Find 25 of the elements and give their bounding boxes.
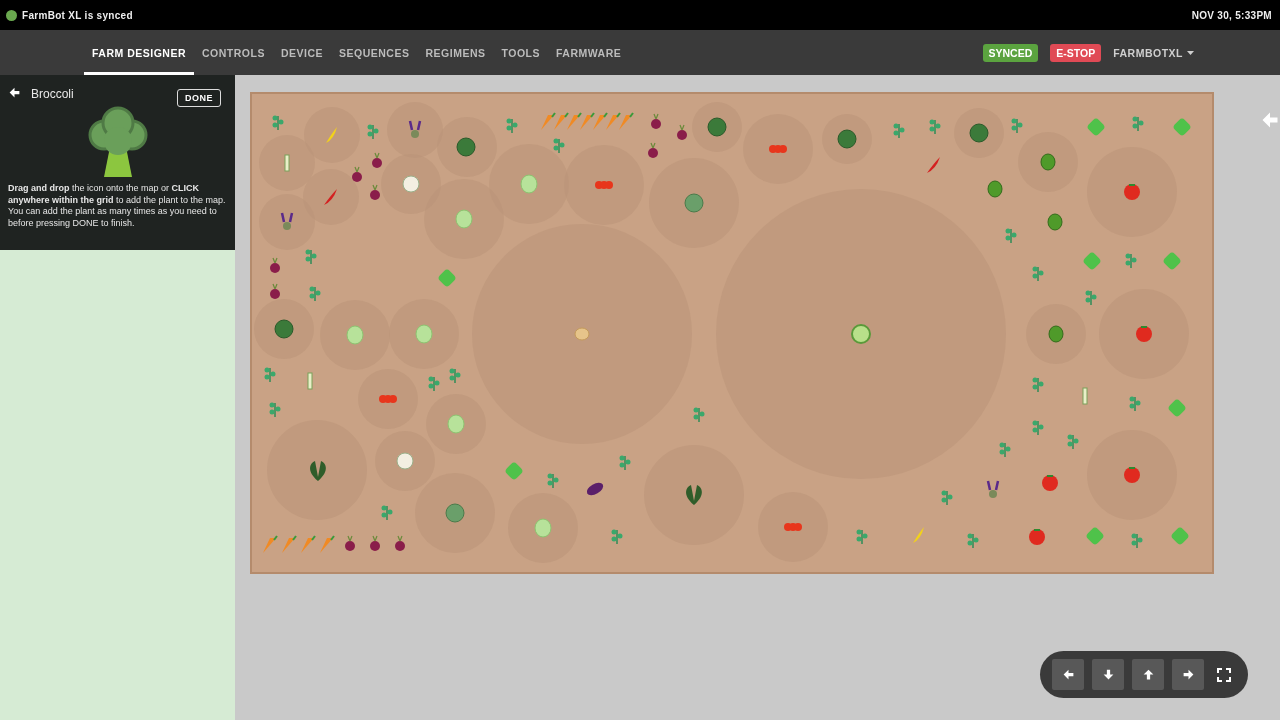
- nav-tab[interactable]: CONTROLS: [194, 30, 273, 75]
- arrow-up-icon: [1141, 668, 1155, 681]
- emergency-stop-button[interactable]: E-STOP: [1050, 43, 1102, 62]
- panel-title: Broccoli: [31, 87, 74, 101]
- move-left-button[interactable]: [1052, 659, 1084, 690]
- nav-tab[interactable]: REGIMENS: [417, 30, 494, 75]
- arrow-left-icon: [8, 86, 21, 99]
- nav-tab[interactable]: SEQUENCES: [331, 30, 418, 75]
- sync-button[interactable]: SYNCED: [982, 43, 1039, 62]
- nav-tab[interactable]: TOOLS: [493, 30, 548, 75]
- date-time: NOV 30, 5:33PM: [1191, 9, 1272, 21]
- nav-tab[interactable]: DEVICE: [272, 30, 332, 75]
- arrow-right-icon: [1181, 668, 1195, 681]
- arrow-left-icon: [1061, 668, 1075, 681]
- instructions-text: Drag and drop the icon onto the map or CLICK anywhere within the grid to add the plant to the map. You can add the plant as many times as you need to before pressing DONE to finish.: [8, 183, 227, 229]
- move-down-button[interactable]: [1092, 659, 1124, 690]
- account-menu[interactable]: FARMBOTXL: [1113, 46, 1194, 59]
- arrow-left-icon: [1260, 110, 1280, 130]
- sync-status-text: FarmBot XL is synced: [22, 9, 133, 21]
- expand-icon: [1217, 667, 1231, 682]
- nav-tab[interactable]: FARMWARE: [547, 30, 630, 75]
- move-up-button[interactable]: [1132, 659, 1164, 690]
- caret-icon: [1187, 50, 1194, 55]
- move-right-button[interactable]: [1172, 659, 1204, 690]
- done-button[interactable]: DONE: [177, 89, 221, 107]
